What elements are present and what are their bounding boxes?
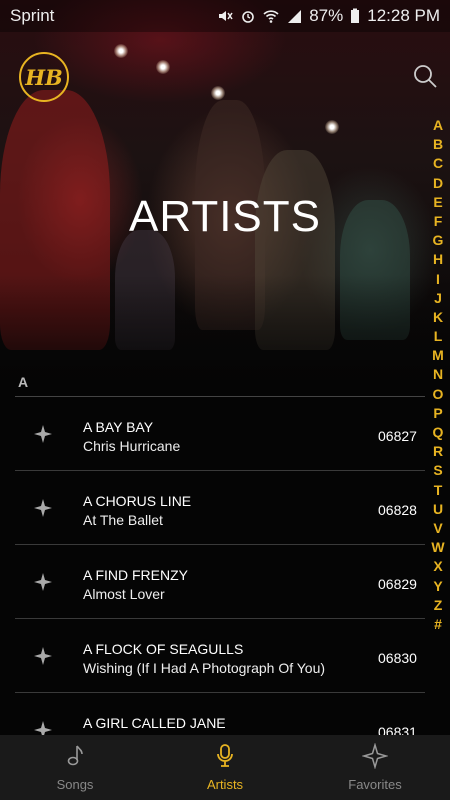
carrier-label: Sprint [10,6,55,25]
index-letter-m[interactable]: M [432,346,444,365]
index-letter-l[interactable]: L [434,327,443,346]
list-item[interactable]: A FLOCK OF SEAGULLS Wishing (If I Had A … [15,619,425,693]
song-title: A GIRL CALLED JANE [83,715,226,731]
list-item[interactable]: A BAY BAY Chris Hurricane 06827 [15,397,425,471]
artist-list[interactable]: A BAY BAY Chris Hurricane 06827 A CHORUS… [15,397,425,767]
status-bar: Sprint 87% 12:28 PM [0,0,450,32]
index-letter-o[interactable]: O [433,385,444,404]
nav-songs[interactable]: Songs [0,735,150,800]
battery-percent: 87% [309,6,344,25]
battery-icon [351,8,360,23]
song-title: A CHORUS LINE [83,493,192,509]
song-number: 06830 [378,650,417,666]
index-letter-n[interactable]: N [433,365,443,384]
star-icon [362,743,388,769]
index-letter-p[interactable]: P [433,404,442,423]
artist-name: Wishing (If I Had A Photograph Of You) [83,660,326,676]
index-letter-f[interactable]: F [434,212,443,231]
index-letter-r[interactable]: R [433,442,443,461]
favorite-star-icon[interactable] [33,424,53,444]
index-letter-d[interactable]: D [433,174,443,193]
index-letter-j[interactable]: J [434,289,442,308]
status-icons: 87% 12:28 PM [217,6,440,26]
microphone-icon [217,744,233,767]
nav-songs-label: Songs [56,777,94,792]
nav-artists-label: Artists [206,777,244,792]
index-letter-s[interactable]: S [433,461,442,480]
artist-name: Chris Hurricane [83,438,181,454]
nav-artists[interactable]: Artists [150,735,300,800]
list-item[interactable]: A CHORUS LINE At The Ballet 06828 [15,471,425,545]
index-letter-x[interactable]: X [433,557,442,576]
index-letter-hash[interactable]: # [434,615,442,634]
favorite-star-icon[interactable] [33,646,53,666]
index-letter-c[interactable]: C [433,154,443,173]
song-title: A BAY BAY [83,419,154,435]
index-letter-a[interactable]: A [433,116,443,135]
nav-favorites[interactable]: Favorites [300,735,450,800]
index-letter-v[interactable]: V [433,519,442,538]
index-letter-y[interactable]: Y [433,577,442,596]
bottom-nav: Songs Artists Favorites [0,735,450,800]
nav-favorites-label: Favorites [348,777,402,792]
index-letter-h[interactable]: H [433,250,443,269]
index-letter-q[interactable]: Q [433,423,444,442]
list-item[interactable]: A FIND FRENZY Almost Lover 06829 [15,545,425,619]
wifi-icon [263,10,279,23]
section-header: A [18,374,29,390]
index-letter-z[interactable]: Z [434,596,443,615]
alphabet-index[interactable]: A B C D E F G H I J K L M N O P Q R S T U V W X Y Z # [428,116,448,634]
search-icon[interactable] [412,63,438,89]
song-title: A FLOCK OF SEAGULLS [83,641,244,657]
index-letter-g[interactable]: G [433,231,444,250]
index-letter-i[interactable]: I [436,270,440,289]
index-letter-e[interactable]: E [433,193,442,212]
song-number: 06829 [378,576,417,592]
signal-icon [288,10,302,23]
page-title: ARTISTS [128,192,321,241]
alarm-icon [242,11,255,23]
index-letter-k[interactable]: K [433,308,443,327]
index-letter-b[interactable]: B [433,135,443,154]
music-note-icon [67,745,83,766]
index-letter-w[interactable]: W [431,538,444,557]
song-number: 06827 [378,428,417,444]
app-logo[interactable]: HB [19,52,69,102]
mute-icon [219,11,233,21]
favorite-star-icon[interactable] [33,498,53,518]
clock: 12:28 PM [367,6,440,25]
artist-name: At The Ballet [83,512,163,528]
index-letter-t[interactable]: T [434,481,443,500]
favorite-star-icon[interactable] [33,572,53,592]
artist-name: Almost Lover [83,586,165,602]
index-letter-u[interactable]: U [433,500,443,519]
song-title: A FIND FRENZY [83,567,189,583]
song-number: 06828 [378,502,417,518]
